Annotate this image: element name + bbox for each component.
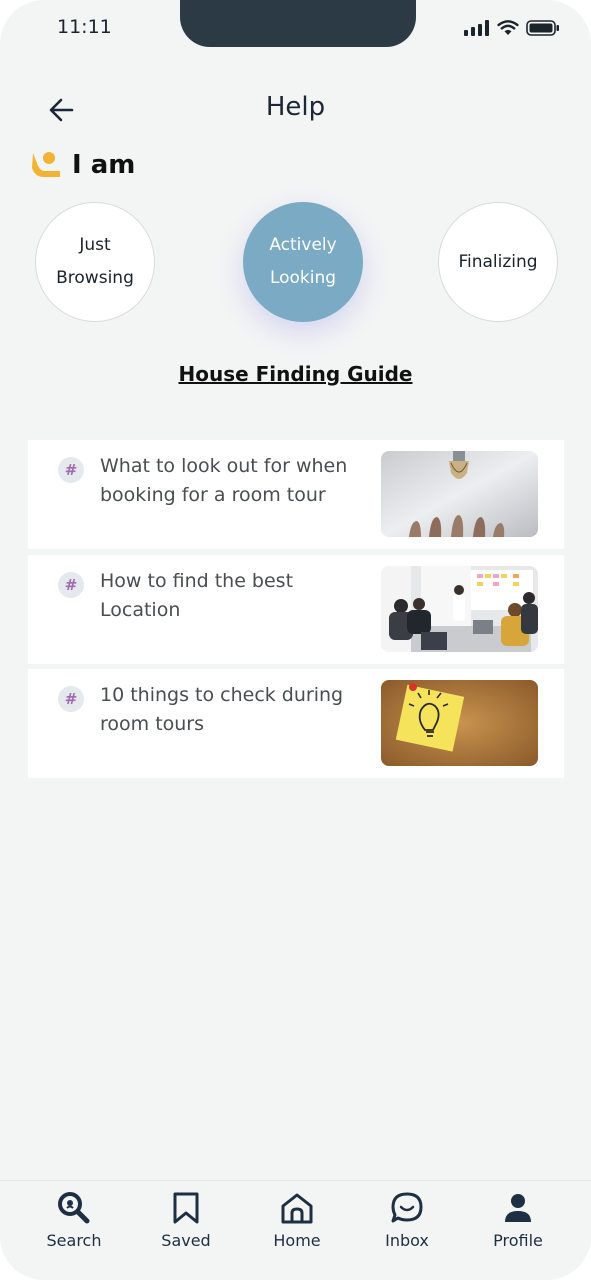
stage-actively-looking[interactable]: Actively Looking	[243, 202, 363, 322]
tab-label: Saved	[161, 1231, 211, 1250]
phone-screen: 11:11 Help I am Just Browsing Actively L…	[0, 0, 591, 1280]
notch	[180, 0, 416, 47]
article-title: 10 things to check during room tours	[100, 684, 344, 735]
hashtag-icon: #	[58, 686, 84, 712]
signal-icon	[464, 20, 489, 36]
article-thumbnail-meeting	[381, 566, 538, 652]
article-title: How to find the best Location	[100, 570, 294, 621]
tab-profile[interactable]: Profile	[473, 1191, 563, 1250]
article-title: What to look out for when booking for a …	[100, 455, 348, 506]
search-icon	[58, 1192, 90, 1224]
wifi-icon	[497, 20, 519, 35]
profile-icon	[505, 1194, 531, 1222]
tab-saved[interactable]: Saved	[141, 1191, 231, 1250]
status-time: 11:11	[57, 16, 112, 38]
article-thumbnail-lightbulb	[381, 451, 538, 537]
house-finding-guide-link[interactable]: House Finding Guide	[0, 362, 591, 386]
iam-label: I am	[72, 150, 136, 180]
hashtag-icon: #	[58, 457, 84, 483]
status-icons	[464, 20, 560, 36]
chat-icon	[391, 1192, 423, 1223]
stage-label-line2: Looking	[269, 268, 337, 288]
tab-label: Profile	[493, 1231, 543, 1250]
iam-heading: I am	[30, 150, 135, 180]
home-icon	[281, 1193, 313, 1224]
stage-label-line1: Actively	[269, 235, 337, 255]
article-card[interactable]: # 10 things to check during room tours	[28, 669, 564, 778]
hashtag-icon: #	[58, 572, 84, 598]
battery-icon	[526, 20, 559, 36]
tab-label: Search	[46, 1231, 102, 1250]
tab-label: Inbox	[385, 1231, 429, 1250]
stage-label-line1: Finalizing	[458, 251, 538, 272]
page-title: Help	[265, 92, 326, 122]
article-card[interactable]: # What to look out for when booking for …	[28, 440, 564, 549]
bookmark-icon	[173, 1192, 199, 1224]
tab-search[interactable]: Search	[29, 1191, 119, 1250]
stage-label-line2: Browsing	[56, 268, 134, 288]
article-thumbnail-sticky-note	[381, 680, 538, 766]
raised-hand-person-icon	[32, 152, 60, 177]
tab-inbox[interactable]: Inbox	[362, 1191, 452, 1250]
stage-just-browsing[interactable]: Just Browsing	[35, 202, 155, 322]
stage-label-line1: Just	[79, 235, 111, 255]
tab-home[interactable]: Home	[252, 1191, 342, 1250]
article-card[interactable]: # How to find the best Location	[28, 555, 564, 664]
stage-finalizing[interactable]: Finalizing	[438, 202, 558, 322]
tab-label: Home	[273, 1231, 321, 1250]
bottom-tab-bar: Search Saved Home Inbox Profile	[0, 1180, 591, 1280]
